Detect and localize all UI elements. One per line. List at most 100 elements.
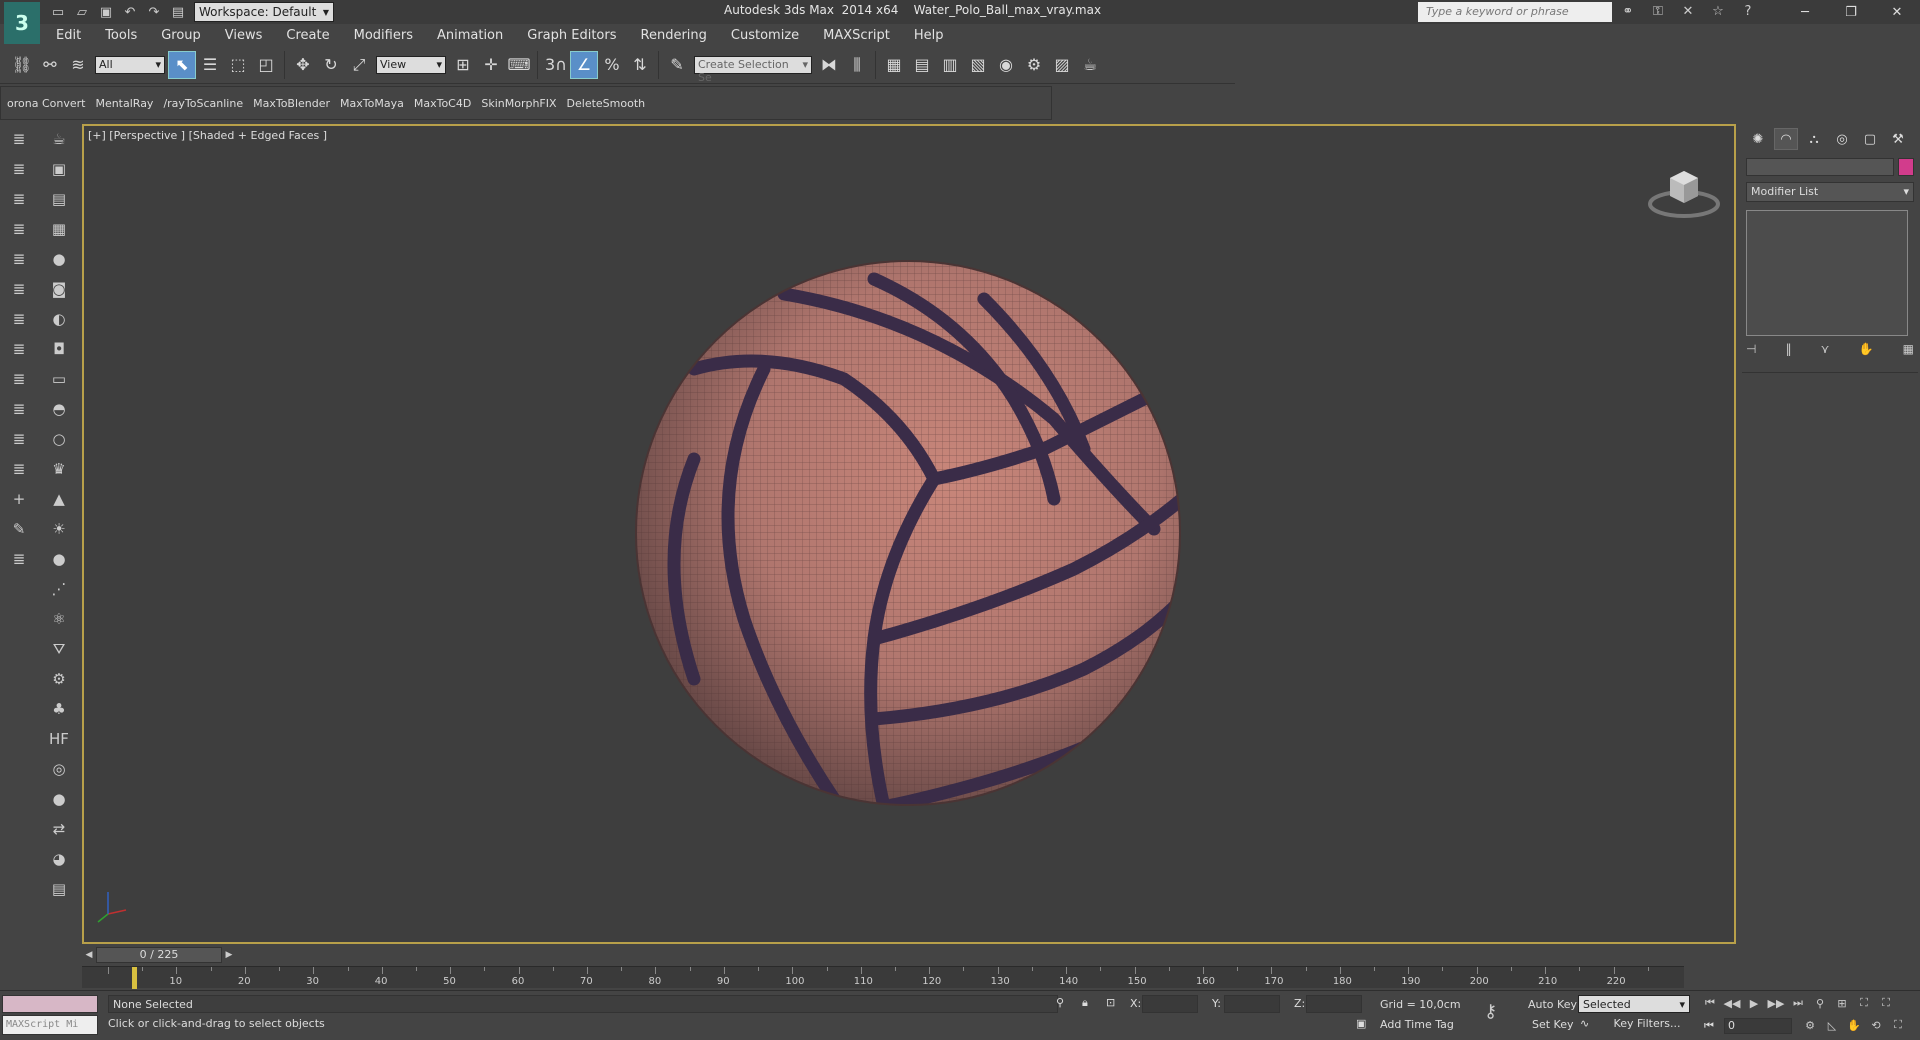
bind-spacewarp-icon[interactable]: ≋ [64,51,92,79]
ies-light-icon[interactable]: ♛ [46,456,72,482]
remove-modifier-icon[interactable]: ✋ [1859,342,1874,356]
field-of-view-icon[interactable]: ◺ [1822,1015,1842,1035]
reference-coordinate-dropdown[interactable]: View ▾ [376,55,446,74]
exchange-icon[interactable]: ✕ [1678,2,1698,20]
window-crossing-icon[interactable]: ◰ [252,51,280,79]
layer-manager-icon[interactable]: ▦ [880,51,908,79]
z-coordinate-input[interactable] [1306,995,1362,1013]
rendered-frame-icon[interactable]: ▨ [1048,51,1076,79]
vray-icon[interactable]: ◕ [46,846,72,872]
binoculars-icon[interactable]: ⚭ [1618,2,1638,20]
show-end-result-icon[interactable]: ‖ [1786,342,1792,356]
maxscript-mini-listener[interactable]: MAXScript Mi [2,1015,98,1035]
modify-tab-icon[interactable]: ◠ [1774,128,1798,150]
search-input[interactable]: Type a keyword or phrase [1418,2,1612,22]
mesh-icon[interactable]: ⛛ [46,636,72,662]
scale-icon[interactable]: ⤢ [345,51,373,79]
make-unique-icon[interactable]: ⋎ [1821,342,1830,356]
timeline-playhead[interactable] [132,967,137,989]
sphere-icon[interactable]: ● [46,546,72,572]
go-to-start-icon[interactable]: ⏮ [1700,993,1720,1013]
layer-highlight-icon[interactable]: ≣ [6,426,32,452]
lock-selection-icon[interactable]: 🔒︎ [1082,996,1088,1010]
key-filters-button[interactable]: Key Filters... [1604,1017,1690,1035]
grass-icon[interactable]: ♣ [46,696,72,722]
render-setup-icon[interactable]: ⚙ [1020,51,1048,79]
project-folder-icon[interactable]: ▤ [168,3,188,21]
document-icon[interactable]: ▤ [46,186,72,212]
video-camera-icon[interactable]: ◘ [46,336,72,362]
plane-light-icon[interactable]: ▭ [46,366,72,392]
pivot-center-icon[interactable]: ⊞ [449,51,477,79]
viewcube-icon[interactable] [1644,156,1724,226]
display-tab-icon[interactable]: ▢ [1858,128,1882,150]
layer-remove-icon[interactable]: ≣ [6,246,32,272]
percent-snap-icon[interactable]: % [598,51,626,79]
time-slider[interactable]: ◀ 0 / 225 ▶ [82,946,1736,964]
isolate-icon[interactable]: ⚲ [1056,996,1064,1009]
hierarchy-tab-icon[interactable]: ⛬ [1802,128,1826,150]
layer-stack-icon[interactable]: ≣ [6,216,32,242]
key-mode-toggle-icon[interactable]: ⏮ [1704,1019,1714,1033]
star-icon[interactable]: ☆ [1708,2,1728,20]
keyboard-shortcut-icon[interactable]: ⌨ [505,51,533,79]
link-icon[interactable]: ⛓ [8,51,36,79]
undo-icon[interactable]: ↶ [120,3,140,21]
layer-stack-icon[interactable]: ≣ [6,126,32,152]
move-icon[interactable]: ✥ [289,51,317,79]
notes-icon[interactable]: ▤ [46,876,72,902]
menu-help[interactable]: Help [902,28,956,43]
key-mode-icon[interactable]: ∿ [1580,1017,1589,1030]
time-config-icon[interactable]: ⚙ [1800,1015,1820,1035]
timeline-track[interactable]: 10 20 30 40 50 60 70 80 90 100 110 120 130 140 150 160 1… [82,966,1684,989]
render-frame-icon[interactable]: ▣ [46,156,72,182]
menu-maxscript[interactable]: MAXScript [811,28,902,43]
restore-icon[interactable]: ❐ [1828,0,1874,24]
camera-icon[interactable]: ◙ [46,276,72,302]
script-button[interactable]: MaxToBlender [253,97,330,110]
y-coordinate-input[interactable] [1224,995,1280,1013]
graphite-tools-icon[interactable]: ▤ [908,51,936,79]
spinner-snap-icon[interactable]: ⇅ [626,51,654,79]
auto-key-button[interactable]: Auto Key [1528,998,1577,1011]
teapot-icon[interactable]: ☕ [46,126,72,152]
close-icon[interactable]: ✕ [1874,0,1920,24]
layer-paint-icon[interactable]: ≣ [6,456,32,482]
layer-tools-icon[interactable]: ≣ [6,336,32,362]
script-button[interactable]: SkinMorphFIX [481,97,556,110]
script-button[interactable]: DeleteSmooth [567,97,646,110]
layer-edit-icon[interactable]: ≣ [6,276,32,302]
previous-frame-icon[interactable]: ◀◀ [1722,993,1742,1013]
mirror-icon[interactable]: ⧓ [815,51,843,79]
configure-sets-icon[interactable]: ▦ [1903,342,1914,356]
modifier-stack[interactable] [1746,210,1908,336]
menu-group[interactable]: Group [149,28,213,43]
open-file-icon[interactable]: ▱ [72,3,92,21]
dome-light-icon[interactable]: ◓ [46,396,72,422]
app-logo-icon[interactable]: 3 [4,2,40,44]
zoom-all-icon[interactable]: ⊞ [1832,993,1852,1013]
rotate-icon[interactable]: ↻ [317,51,345,79]
table-icon[interactable]: ▦ [46,216,72,242]
cone-icon[interactable]: ▲ [46,486,72,512]
set-keys-key-icon[interactable]: ⚷ [1484,1001,1497,1022]
hf-icon[interactable]: HF [46,726,72,752]
layer-stack-icon[interactable]: ≣ [6,366,32,392]
zoom-icon[interactable]: ⚲ [1810,993,1830,1013]
time-slider-thumb[interactable]: 0 / 225 [96,947,222,963]
minimize-icon[interactable]: ─ [1782,0,1828,24]
viewport-label[interactable]: [+] [Perspective ] [Shaded + Edged Faces… [88,129,327,142]
play-icon[interactable]: ▶ [1744,993,1764,1013]
menu-edit[interactable]: Edit [44,28,93,43]
zoom-extents-icon[interactable]: ⛶ [1854,993,1874,1013]
key-icon[interactable]: ⚿ [1648,2,1668,20]
menu-modifiers[interactable]: Modifiers [342,28,425,43]
set-key-button[interactable]: Set Key [1532,1018,1574,1031]
create-tab-icon[interactable]: ✺ [1746,128,1770,150]
add-time-tag[interactable]: Add Time Tag [1380,1018,1454,1031]
sun-icon[interactable]: ☀ [46,516,72,542]
plus-icon[interactable]: + [6,486,32,512]
curve-editor-icon[interactable]: ▥ [936,51,964,79]
rect-selection-icon[interactable]: ⬚ [224,51,252,79]
sphere-light-icon[interactable]: ○ [46,426,72,452]
